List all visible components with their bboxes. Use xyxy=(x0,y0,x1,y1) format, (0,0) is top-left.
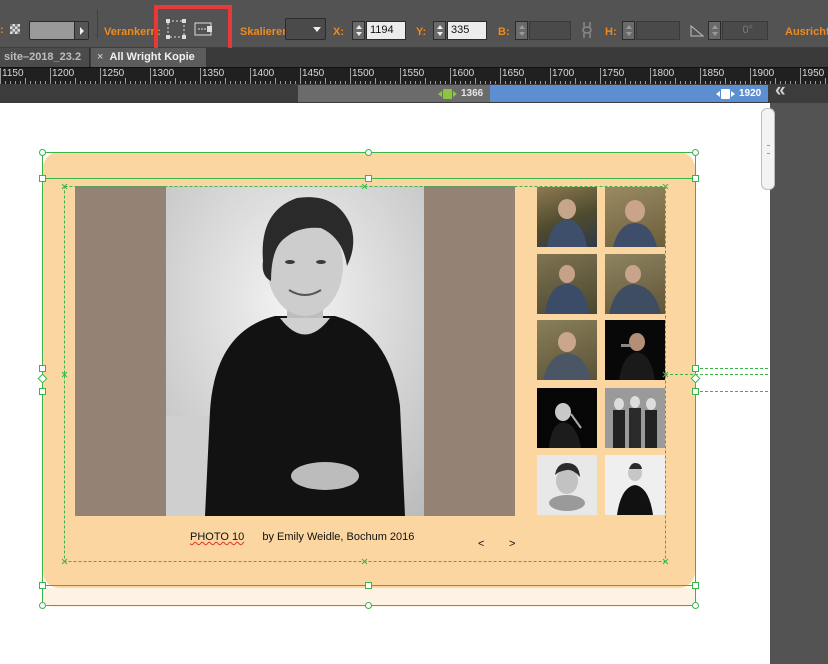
ruler-label: 1850 xyxy=(702,68,725,79)
ruler-tick xyxy=(200,68,201,84)
checker-icon[interactable] xyxy=(10,24,20,34)
ruler-tick xyxy=(50,68,51,84)
breakpoint-handle-icon xyxy=(721,88,730,99)
x-label: X: xyxy=(333,26,344,38)
y-stepper[interactable] xyxy=(433,21,446,40)
ruler-label: 1300 xyxy=(152,68,175,79)
rotation-icon xyxy=(690,23,705,37)
design-canvas[interactable] xyxy=(0,103,770,664)
width-label: B: xyxy=(498,26,510,38)
ruler-tick xyxy=(800,68,801,84)
tab-site-2018[interactable]: site–2018_23.2 xyxy=(0,48,90,67)
chevron-down-icon xyxy=(313,27,321,32)
ruler-tick xyxy=(450,68,451,84)
ruler-tick xyxy=(400,68,401,84)
breakpoint-value: 1920 xyxy=(739,88,762,99)
ruler-label: 1350 xyxy=(202,68,225,79)
ruler-tick xyxy=(150,68,151,84)
y-label: Y: xyxy=(416,26,427,38)
ruler-label: 1250 xyxy=(102,68,125,79)
document-tabs: site–2018_23.2 × All Wright Kopie xyxy=(0,48,828,67)
ruler-tick xyxy=(600,68,601,84)
ruler-tick xyxy=(750,68,751,84)
ruler-label: 1550 xyxy=(402,68,425,79)
horizontal-ruler[interactable]: 1150 1200 1250 1300 1350 1400 1450 1500 1550 1600… xyxy=(0,67,828,84)
ruler-tick xyxy=(700,68,701,84)
anchor-label: Verankern: xyxy=(104,26,161,38)
highlight-box xyxy=(154,5,232,54)
y-input[interactable]: 335 xyxy=(447,21,487,40)
vertical-scrollbar[interactable] xyxy=(761,108,775,190)
swatch-dropdown[interactable] xyxy=(29,21,89,40)
ruler-label: 1950 xyxy=(802,68,825,79)
ruler-tick xyxy=(650,68,651,84)
control-bar: : Verankern: Skalieren: X: 1194 Y: 335 B xyxy=(0,0,828,54)
ruler-label: 1800 xyxy=(652,68,675,79)
ruler-label: 1450 xyxy=(302,68,325,79)
ruler-label: 1200 xyxy=(52,68,75,79)
tab-label: All Wright Kopie xyxy=(109,51,195,63)
ruler-label: 1500 xyxy=(352,68,375,79)
height-label: H: xyxy=(605,26,617,38)
ruler-tick xyxy=(100,68,101,84)
ruler-tick xyxy=(300,68,301,84)
width-stepper[interactable] xyxy=(515,21,528,40)
rotation-stepper[interactable] xyxy=(708,21,721,40)
breakpoint-marker-1920[interactable]: 1920 xyxy=(716,86,761,101)
dropdown-arrow-icon xyxy=(74,22,88,39)
width-input[interactable] xyxy=(529,21,571,40)
breakpoint-value: 1366 xyxy=(461,88,484,99)
ruler-label: 1150 xyxy=(2,68,24,79)
tab-label: site–2018_23.2 xyxy=(4,51,82,63)
ruler-label: 1750 xyxy=(602,68,625,79)
arrow-left-icon xyxy=(716,90,720,97)
scale-dropdown[interactable] xyxy=(285,18,326,40)
x-input[interactable]: 1194 xyxy=(366,21,406,40)
breakpoint-handle-icon xyxy=(443,88,452,99)
x-stepper[interactable] xyxy=(352,21,365,40)
height-input[interactable] xyxy=(636,21,680,40)
scrollbar-grip-icon xyxy=(767,145,770,154)
height-stepper[interactable] xyxy=(622,21,635,40)
align-label[interactable]: Ausricht xyxy=(785,26,828,38)
colon-label: : xyxy=(0,24,4,36)
breakpoint-bar[interactable]: 1366 1920 « xyxy=(0,81,828,103)
ruler-label: 1650 xyxy=(502,68,525,79)
ruler-tick xyxy=(550,68,551,84)
arrow-right-icon xyxy=(731,90,735,97)
breakpoint-marker-1366[interactable]: 1366 xyxy=(438,86,483,101)
tab-all-wright-kopie[interactable]: × All Wright Kopie xyxy=(91,48,206,67)
ruler-label: 1900 xyxy=(752,68,775,79)
ruler-tick xyxy=(350,68,351,84)
ruler-label: 1600 xyxy=(452,68,475,79)
close-icon[interactable]: × xyxy=(97,51,103,63)
arrow-left-icon xyxy=(438,90,442,97)
arrow-right-icon xyxy=(453,90,457,97)
right-panel xyxy=(770,103,828,664)
ruler-tick xyxy=(0,68,1,84)
ruler-label: 1700 xyxy=(552,68,575,79)
ruler-tick xyxy=(250,68,251,84)
breakpoint-range-default xyxy=(0,84,298,103)
ruler-label: 1400 xyxy=(252,68,275,79)
rotation-input[interactable]: 0° xyxy=(722,21,768,40)
ruler-tick xyxy=(500,68,501,84)
link-proportions-icon[interactable] xyxy=(580,21,594,39)
collapse-panel-icon[interactable]: « xyxy=(775,81,786,100)
